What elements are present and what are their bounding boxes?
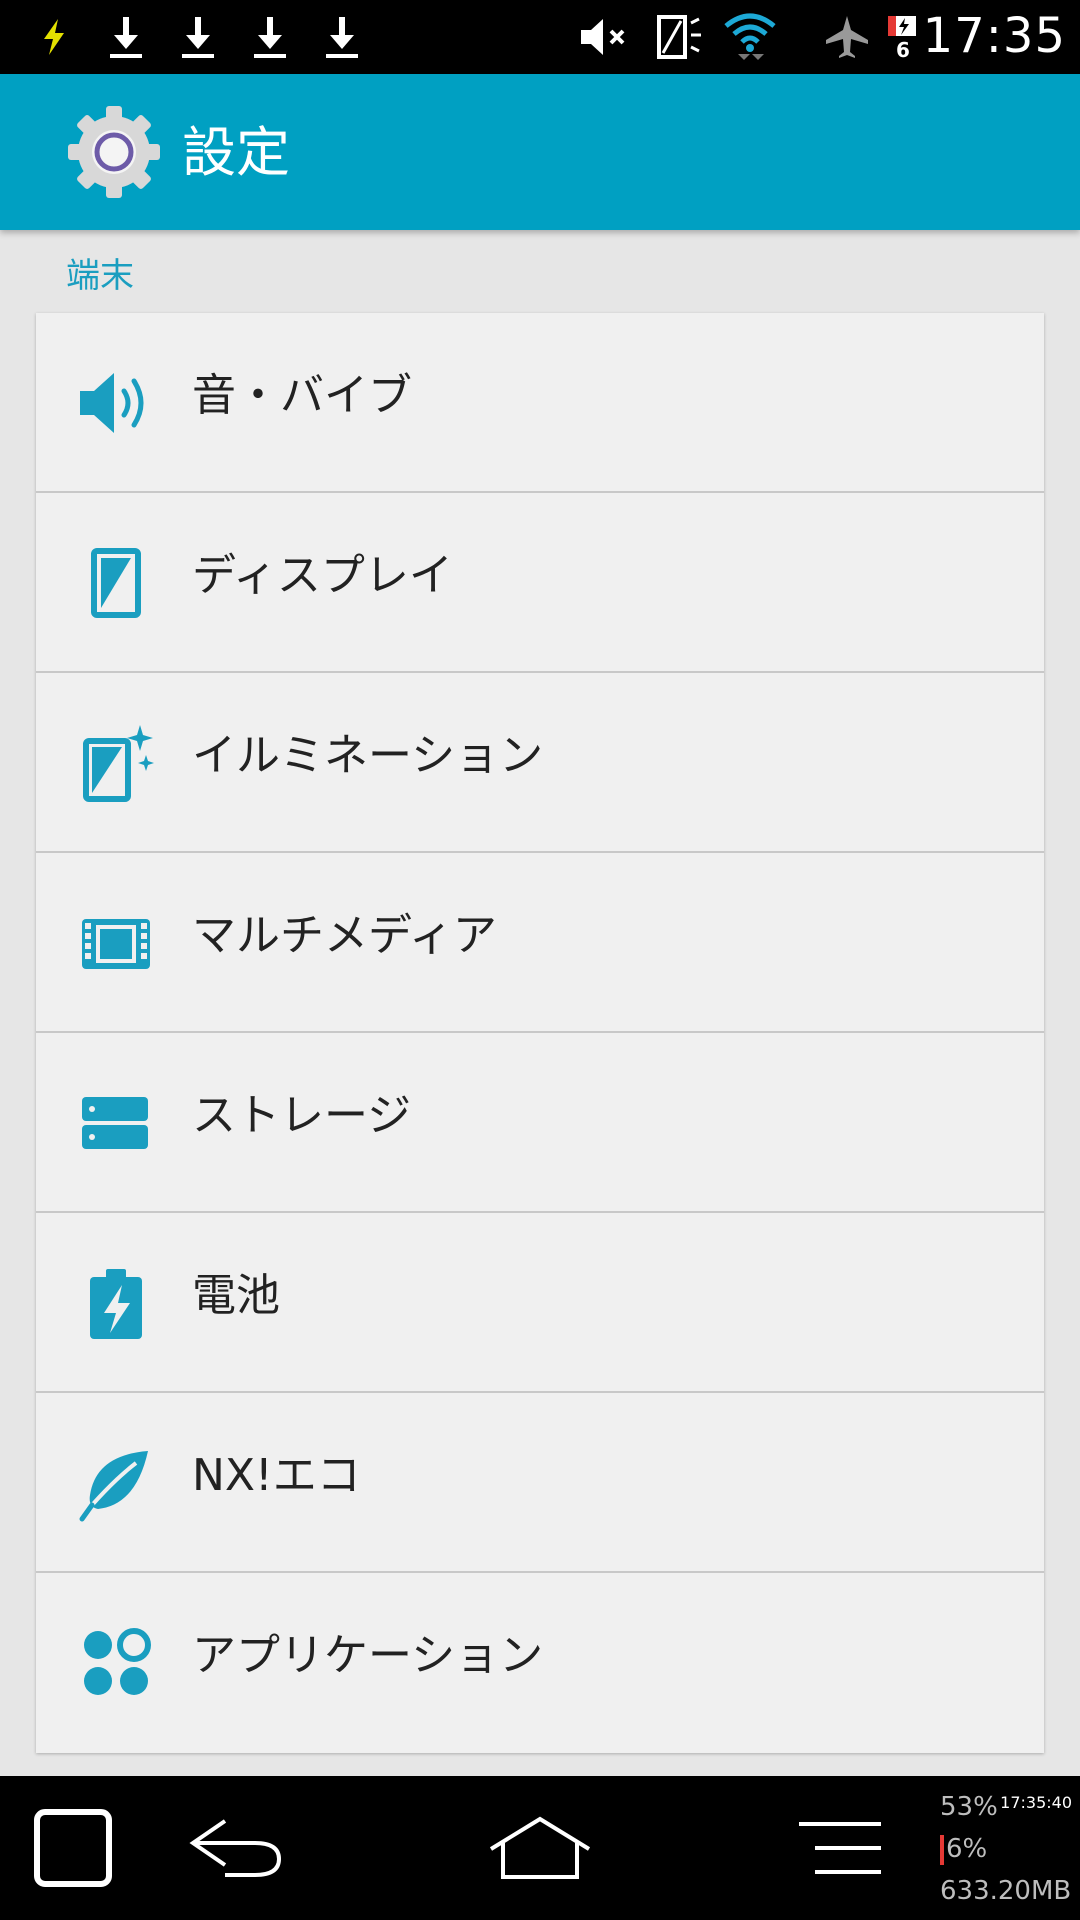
list-item-label: ストレージ — [192, 1090, 412, 1141]
wifi-icon — [722, 12, 778, 62]
sound-icon — [76, 363, 156, 443]
list-item-label: アプリケーション — [192, 1630, 544, 1681]
monitor-time: 17:35:40 — [1000, 1793, 1072, 1812]
page-title: 設定 — [182, 121, 290, 184]
menu-icon[interactable] — [790, 1776, 890, 1920]
recents-icon[interactable] — [28, 1776, 118, 1920]
list-item-battery[interactable]: 電池 — [36, 1213, 1044, 1393]
list-item-label: ディスプレイ — [192, 550, 453, 601]
settings-gear-icon[interactable] — [64, 102, 164, 202]
home-icon[interactable] — [480, 1776, 600, 1920]
list-item-applications[interactable]: アプリケーション — [36, 1573, 1044, 1753]
eco-leaf-icon — [76, 1443, 156, 1523]
charging-bolt-icon — [36, 12, 72, 62]
list-item-illumination[interactable]: イルミネーション — [36, 673, 1044, 853]
download-icon — [178, 12, 218, 62]
status-time: 17:35 — [922, 8, 1066, 64]
usage-bar — [940, 1834, 944, 1865]
section-header: 端末 — [66, 256, 134, 296]
list-item-label: 電池 — [192, 1270, 280, 1321]
navigation-bar — [0, 1776, 1080, 1920]
system-monitor: 17:35:40 53% 6% 633.20MB — [940, 1782, 1080, 1912]
list-item-label: NX!エコ — [192, 1450, 361, 1501]
storage-icon — [76, 1083, 156, 1163]
download-icon — [322, 12, 362, 62]
list-item-multimedia[interactable]: マルチメディア — [36, 853, 1044, 1033]
illumination-icon — [76, 723, 156, 803]
airplane-icon — [822, 12, 872, 62]
download-icon — [250, 12, 290, 62]
memory-usage: 633.20MB — [940, 1876, 1072, 1906]
battery-level: 6 — [896, 38, 910, 62]
list-item-eco[interactable]: NX!エコ — [36, 1393, 1044, 1573]
multimedia-film-icon — [76, 903, 156, 983]
settings-list: 音・バイブ ディスプレイ イルミネーション マルチメディア ストレージ 電池 N… — [36, 313, 1044, 1753]
list-item-label: イルミネーション — [192, 730, 544, 781]
list-item-storage[interactable]: ストレージ — [36, 1033, 1044, 1213]
app-bar: 設定 — [0, 74, 1080, 230]
apps-icon — [76, 1623, 156, 1703]
battery-charge-icon — [76, 1263, 156, 1343]
battery-icon: 6 — [886, 12, 920, 62]
display-icon — [654, 12, 706, 62]
usage-value: 6% — [946, 1834, 988, 1864]
list-item-sound[interactable]: 音・バイブ — [36, 313, 1044, 493]
list-item-display[interactable]: ディスプレイ — [36, 493, 1044, 673]
list-item-label: 音・バイブ — [192, 370, 412, 421]
list-item-label: マルチメディア — [192, 910, 497, 961]
mute-icon — [578, 12, 634, 62]
download-icon — [106, 12, 146, 62]
usage-row: 6% — [940, 1828, 1080, 1870]
status-bar: 6 17:35 — [0, 0, 1080, 74]
display-icon — [76, 543, 156, 623]
back-icon[interactable] — [180, 1776, 290, 1920]
